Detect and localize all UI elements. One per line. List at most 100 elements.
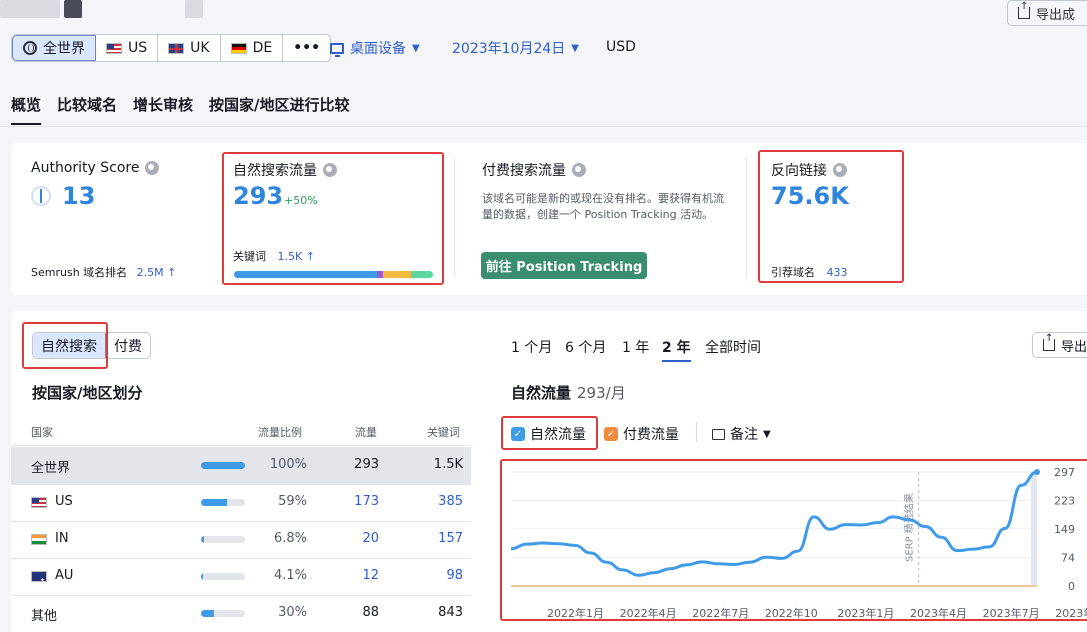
- export-label: 导出成: [1036, 7, 1076, 23]
- flag-de-icon: [230, 42, 247, 54]
- share-value: 4.1%: [273, 568, 307, 583]
- share-value: 30%: [278, 605, 307, 620]
- blurred-text: [64, 0, 82, 18]
- col-country[interactable]: 国家: [31, 424, 53, 440]
- paid-traffic-description: 该域名可能是新的或现在没有排名。要获得有机流量的数据，创建一个 Position…: [482, 192, 724, 221]
- region-label: 全世界: [43, 41, 85, 57]
- info-icon[interactable]: [145, 161, 160, 175]
- share-bar: [201, 573, 245, 580]
- region-label: US: [128, 40, 148, 56]
- region-selector: 全世界 US UK DE •••: [11, 34, 332, 62]
- region-de[interactable]: DE: [221, 35, 284, 61]
- region-label: UK: [190, 40, 210, 56]
- divider: [454, 158, 455, 278]
- authority-score-title: Authority Score: [31, 160, 160, 176]
- share-bar: [201, 610, 245, 617]
- table-row[interactable]: 其他 30% 88 843: [11, 595, 471, 632]
- date-label: 2023年10月24日: [452, 41, 566, 57]
- period-2y[interactable]: 2 年: [662, 337, 691, 362]
- highlight-box: [222, 152, 444, 285]
- table-row[interactable]: US 59% 173 385: [11, 484, 471, 521]
- table-row[interactable]: 全世界 100% 293 1.5K: [11, 447, 471, 484]
- highlight-box: [500, 459, 1087, 621]
- col-share[interactable]: 流量比例: [258, 424, 302, 440]
- region-label: DE: [252, 40, 273, 56]
- authority-score-value: 13: [62, 182, 96, 210]
- highlight-box: [758, 150, 904, 283]
- highlight-box: [501, 416, 598, 450]
- period-all[interactable]: 全部时间: [705, 337, 761, 357]
- semrush-rank: Semrush 域名排名 2.5M ↑: [31, 264, 176, 280]
- date-dropdown[interactable]: 2023年10月24日 ▼: [452, 38, 579, 58]
- keywords-value[interactable]: 385: [403, 494, 463, 509]
- monitor-icon: [330, 42, 344, 57]
- period-1y[interactable]: 1 年: [622, 337, 649, 357]
- export-button-top[interactable]: 导出成: [1007, 0, 1087, 26]
- chart-title-text: 自然流量: [511, 384, 572, 402]
- keywords-value[interactable]: 98: [403, 568, 463, 583]
- table-row[interactable]: IN 6.8% 20 157: [11, 521, 471, 558]
- chevron-down-icon: ▼: [763, 428, 771, 440]
- checkbox-checked-icon[interactable]: ✓: [604, 427, 618, 441]
- rank-label: Semrush 域名排名: [31, 266, 128, 279]
- country-name: AU: [55, 568, 74, 583]
- col-keywords[interactable]: 关键词: [427, 424, 460, 440]
- export-button-chart[interactable]: 导出: [1032, 332, 1087, 358]
- legend-paid[interactable]: ✓ 付费流量: [604, 424, 679, 444]
- country-section-title: 按国家/地区划分: [32, 384, 143, 402]
- info-icon[interactable]: [572, 163, 586, 177]
- period-6m[interactable]: 6 个月: [565, 337, 606, 357]
- traffic-value[interactable]: 20: [329, 531, 379, 546]
- period-1m[interactable]: 1 个月: [511, 337, 552, 357]
- metric-title-text: 付费搜索流量: [482, 163, 566, 179]
- rank-value[interactable]: 2.5M ↑: [137, 266, 177, 279]
- region-us[interactable]: US: [96, 35, 159, 61]
- globe-icon: [23, 41, 37, 55]
- tab-compare-countries[interactable]: 按国家/地区进行比较: [209, 94, 349, 125]
- flag-us-icon: [31, 497, 47, 508]
- divider: [696, 422, 697, 442]
- more-icon: •••: [293, 40, 321, 56]
- country-name: IN: [55, 531, 69, 546]
- divider: [0, 126, 1087, 127]
- region-worldwide[interactable]: 全世界: [12, 35, 96, 61]
- tab-overview[interactable]: 概览: [11, 94, 42, 125]
- toggle-paid[interactable]: 付费: [106, 333, 150, 358]
- divider: [11, 445, 471, 446]
- tab-compare-domains[interactable]: 比较域名: [57, 94, 117, 125]
- legend-label: 付费流量: [623, 427, 679, 443]
- chevron-down-icon: ▼: [412, 42, 420, 54]
- country-name: 其他: [31, 609, 58, 624]
- table-row[interactable]: AU 4.1% 12 98: [11, 558, 471, 595]
- currency-label: USD: [606, 39, 636, 55]
- country-name: 全世界: [31, 461, 71, 476]
- traffic-value: 293: [354, 457, 379, 472]
- device-dropdown[interactable]: 桌面设备 ▼: [330, 38, 420, 58]
- traffic-value: 88: [362, 605, 379, 620]
- divider: [746, 158, 747, 278]
- keywords-value[interactable]: 157: [403, 531, 463, 546]
- traffic-value[interactable]: 12: [329, 568, 379, 583]
- share-bar: [201, 499, 245, 506]
- share-value: 6.8%: [273, 531, 307, 546]
- device-label: 桌面设备: [350, 41, 406, 57]
- blurred-text: [185, 0, 203, 18]
- more-regions-button[interactable]: •••: [283, 35, 330, 61]
- keywords-value: 843: [438, 605, 463, 620]
- region-uk[interactable]: UK: [158, 35, 221, 61]
- notes-label: 备注: [730, 427, 758, 443]
- tab-growth-review[interactable]: 增长审核: [133, 94, 193, 125]
- traffic-value[interactable]: 173: [329, 494, 379, 509]
- chevron-down-icon: ▼: [571, 42, 579, 54]
- position-tracking-button[interactable]: 前往 Position Tracking: [481, 252, 647, 279]
- metric-title-text: Authority Score: [31, 160, 140, 176]
- paid-traffic-title: 付费搜索流量: [482, 160, 586, 180]
- share-value: 100%: [269, 457, 307, 472]
- country-name: US: [55, 494, 73, 509]
- share-value: 59%: [278, 494, 307, 509]
- col-traffic[interactable]: 流量: [355, 424, 377, 440]
- export-label: 导出: [1061, 339, 1087, 355]
- notes-dropdown[interactable]: 备注 ▼: [712, 424, 771, 444]
- chart-subtitle: 293/月: [577, 384, 626, 402]
- upload-icon: [1043, 333, 1055, 351]
